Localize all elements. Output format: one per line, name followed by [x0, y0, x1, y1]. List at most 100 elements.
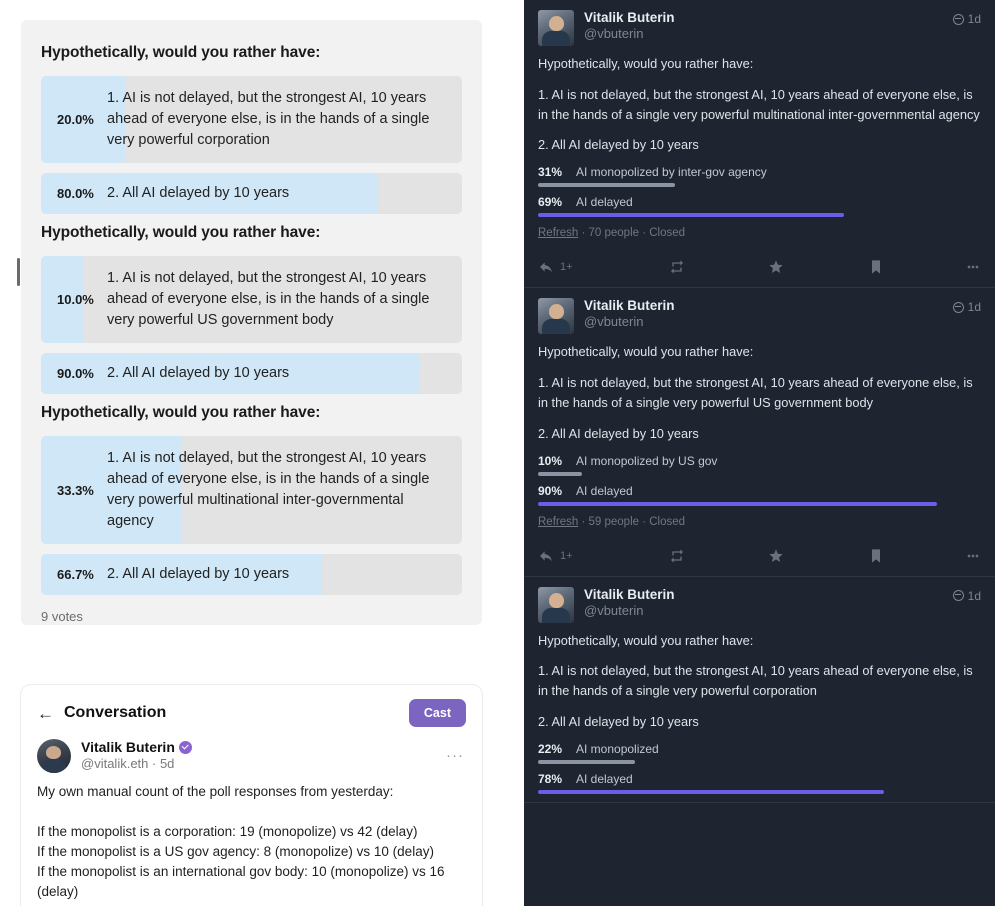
avatar[interactable]	[538, 10, 574, 46]
post-author-name[interactable]: Vitalik Buterin	[584, 298, 675, 313]
reply-icon	[540, 550, 552, 561]
poll-option-percent: 66.7%	[57, 567, 94, 583]
post-header: Vitalik Buterin @vbuterin 1d	[538, 586, 981, 623]
star-icon	[769, 260, 784, 274]
poll-option-label: 2. All AI delayed by 10 years	[107, 566, 290, 583]
feed-post[interactable]: Vitalik Buterin @vbuterin 1d Hypothetically…	[524, 288, 995, 577]
post-poll-option-header: 90% AI delayed	[538, 484, 981, 498]
avatar[interactable]	[538, 298, 574, 335]
post-author-handle[interactable]: @vbuterin	[584, 26, 675, 41]
post-poll-label: AI monopolized by US gov	[576, 453, 718, 468]
poll-option-bar[interactable]: 20.0% 1. AI is not delayed, but the stron…	[41, 76, 462, 164]
poll-option-percent: 80.0%	[57, 186, 94, 202]
post-text: Hypothetically, would you rather have: 1.…	[538, 54, 981, 155]
cast-button[interactable]: Cast	[408, 699, 466, 727]
feed-post[interactable]: Vitalik Buterin @vbuterin 1d Hypothetically…	[524, 577, 995, 803]
author-name-block: Vitalik Buterin @vitalik.eth · 5d	[81, 739, 192, 771]
post-poll-option[interactable]: 22% AI monopolized	[538, 742, 981, 764]
post-author-handle[interactable]: @vbuterin	[584, 314, 675, 329]
screenshot-root: Hypothetically, would you rather have: 20…	[0, 0, 995, 906]
feed-post[interactable]: Vitalik Buterin @vbuterin 1d Hypothetically…	[524, 0, 995, 289]
poll-option-bar[interactable]: 80.0% 2. All AI delayed by 10 years	[41, 173, 462, 215]
post-author-name[interactable]: Vitalik Buterin	[584, 10, 675, 25]
left-scrollbar[interactable]	[17, 258, 20, 286]
poll-group: Hypothetically, would you rather have: 10…	[41, 224, 462, 395]
post-poll-option-header: 22% AI monopolized	[538, 742, 981, 756]
recast-button[interactable]	[669, 259, 769, 275]
more-options-icon[interactable]: ···	[446, 747, 464, 764]
poll-summary-card: Hypothetically, would you rather have: 20…	[21, 20, 482, 625]
poll-option-percent: 33.3%	[57, 482, 94, 498]
post-poll-bar-fill	[538, 501, 937, 506]
post-text: Hypothetically, would you rather have: 1.…	[538, 631, 981, 732]
avatar[interactable]	[37, 739, 71, 773]
post-poll-bar-fill	[538, 213, 844, 218]
author-name: Vitalik Buterin	[81, 739, 175, 755]
bookmark-button[interactable]	[868, 259, 965, 275]
poll-option-bar[interactable]: 10.0% 1. AI is not delayed, but the stron…	[41, 256, 462, 344]
post-poll-bar-fill	[538, 759, 636, 764]
more-button[interactable]	[965, 548, 981, 564]
post-poll-meta: Refresh · 59 people · Closed	[538, 516, 981, 528]
bookmark-button[interactable]	[868, 548, 965, 564]
author-handle: @vitalik.eth · 5d	[81, 756, 175, 771]
reply-count: 1+	[560, 261, 573, 274]
reply-button[interactable]: 1+	[538, 259, 669, 275]
back-arrow-icon[interactable]: ←	[37, 705, 54, 722]
post-poll-option[interactable]: 10% AI monopolized by US gov	[538, 454, 981, 476]
post-poll-option-header: 10% AI monopolized by US gov	[538, 454, 981, 468]
star-icon	[769, 548, 784, 562]
avatar[interactable]	[538, 586, 574, 623]
post-actions: 1+	[538, 247, 981, 287]
bookmark-icon	[872, 260, 881, 274]
post-poll-option-header: 31% AI monopolized by inter-gov agency	[538, 165, 981, 179]
post-timestamp-row: 1d	[952, 12, 981, 26]
post-poll-percent: 31%	[538, 165, 563, 180]
poll-option-bar[interactable]: 33.3% 1. AI is not delayed, but the stron…	[41, 436, 462, 545]
conversation-header: ← Conversation Cast	[37, 699, 466, 727]
post-poll-option[interactable]: 78% AI delayed	[538, 772, 981, 794]
refresh-link[interactable]: Refresh	[538, 516, 578, 528]
poll-option-percent: 90.0%	[57, 366, 94, 382]
more-icon	[967, 265, 979, 269]
post-text-line: 2. All AI delayed by 10 years	[538, 137, 699, 153]
poll-option-content: 20.0% 1. AI is not delayed, but the stron…	[41, 76, 462, 163]
globe-icon	[952, 301, 964, 313]
more-icon	[967, 554, 979, 557]
post-poll-label: AI delayed	[576, 771, 633, 786]
poll-option-label: 1. AI is not delayed, but the strongest …	[107, 90, 430, 149]
reply-icon	[540, 262, 552, 273]
post-poll-track	[538, 213, 981, 218]
star-button[interactable]	[768, 259, 868, 275]
post-text-line: 1. AI is not delayed, but the strongest …	[538, 663, 973, 699]
reply-button[interactable]: 1+	[538, 548, 669, 564]
post-author-handle[interactable]: @vbuterin	[584, 603, 675, 618]
post-poll-option[interactable]: 69% AI delayed	[538, 195, 981, 218]
post-poll-option[interactable]: 31% AI monopolized by inter-gov agency	[538, 165, 981, 188]
post-poll-track	[538, 789, 981, 794]
post-text-line: 1. AI is not delayed, but the strongest …	[538, 375, 973, 410]
conversation-author-row: Vitalik Buterin @vitalik.eth · 5d ···	[37, 739, 466, 773]
post-poll-option-header: 78% AI delayed	[538, 772, 981, 786]
more-button[interactable]	[965, 259, 981, 275]
recast-icon	[670, 260, 683, 274]
poll-option-content: 66.7% 2. All AI delayed by 10 years	[41, 554, 462, 595]
post-poll-label: AI monopolized by inter-gov agency	[576, 165, 767, 180]
post-poll-percent: 90%	[538, 483, 563, 498]
refresh-link[interactable]: Refresh	[538, 227, 578, 239]
poll-option-bar[interactable]: 90.0% 2. All AI delayed by 10 years	[41, 353, 462, 395]
author-name-row: Vitalik Buterin	[81, 739, 192, 755]
post-timestamp-row: 1d	[952, 300, 981, 314]
poll-option-label: 2. All AI delayed by 10 years	[107, 365, 290, 382]
poll-votes-total: 9 votes	[41, 609, 83, 625]
poll-option-bar[interactable]: 66.7% 2. All AI delayed by 10 years	[41, 554, 462, 596]
poll-option-label: 1. AI is not delayed, but the strongest …	[107, 270, 430, 329]
post-poll-option[interactable]: 90% AI delayed	[538, 484, 981, 506]
star-button[interactable]	[768, 548, 868, 564]
post-actions: 1+	[538, 536, 981, 576]
recast-button[interactable]	[669, 548, 769, 564]
post-timestamp: 1d	[967, 12, 981, 26]
post-text-line: Hypothetically, would you rather have:	[538, 632, 754, 648]
post-author-name[interactable]: Vitalik Buterin	[584, 587, 675, 602]
post-poll-percent: 69%	[538, 195, 563, 210]
